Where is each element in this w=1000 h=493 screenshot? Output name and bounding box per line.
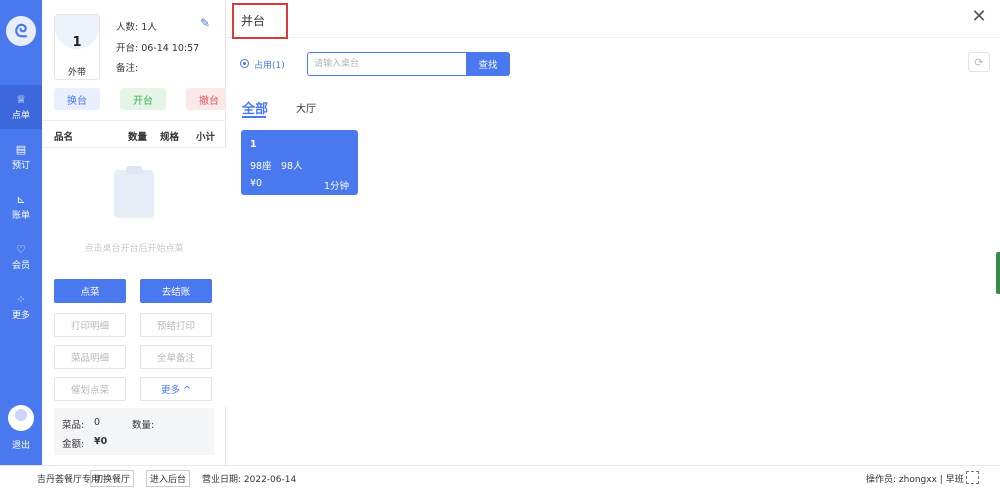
dialog-title: 并台: [232, 3, 288, 39]
status-bar: 吉丹荟餐厅专用 切换餐厅 进入后台 营业日期: 2022-06-14 操作员: …: [0, 465, 1000, 493]
nav-item-label: 预订: [11, 160, 30, 171]
current-table-card: 1 外带: [54, 14, 100, 80]
side-nav: ᘓ ♕ 点单 ▤ 预订 ⊾ 账单 ♡ 会员 ⁘ 更多 退出: [0, 0, 42, 465]
whole-note-button[interactable]: 全单备注: [140, 345, 212, 369]
fullscreen-icon[interactable]: [966, 471, 979, 484]
nav-item-members[interactable]: ♡ 会员: [0, 235, 42, 279]
side-drawer-handle[interactable]: [996, 252, 1000, 294]
table-card[interactable]: 1 98座 98人 ¥0 1分钟: [241, 130, 358, 195]
member-icon: ♡: [16, 242, 26, 256]
close-icon[interactable]: ✕: [971, 8, 987, 26]
people-count: 人数: 1人: [116, 22, 157, 33]
operator-info: 操作员: zhongxx | 早班: [866, 475, 964, 485]
tab-underline: [242, 116, 266, 118]
book-icon: ▤: [15, 142, 27, 156]
print-detail-button[interactable]: 打印明细: [54, 313, 126, 337]
checkout-button[interactable]: 去结账: [140, 279, 212, 303]
order-button[interactable]: 点菜: [54, 279, 126, 303]
rush-order-button[interactable]: 催划点菜: [54, 377, 126, 401]
enter-backend-button[interactable]: 进入后台: [146, 470, 191, 487]
open-table-button[interactable]: 开台: [120, 88, 166, 110]
amount-label: 金额:: [62, 439, 85, 450]
table-card-duration: 1分钟: [324, 181, 350, 192]
qty-label: 数量:: [132, 420, 155, 431]
open-time: 开台: 06-14 10:57: [116, 43, 200, 54]
business-date: 营业日期: 2022-06-14: [202, 475, 297, 485]
tab-all[interactable]: 全部: [242, 98, 268, 117]
nav-item-label: 更多: [11, 310, 30, 321]
table-search-input[interactable]: [307, 52, 467, 76]
empty-hint: 点击桌台开台后开始点菜: [84, 244, 184, 254]
nav-item-more[interactable]: ⁘ 更多: [0, 285, 42, 329]
tab-hall[interactable]: 大厅: [296, 100, 316, 115]
edit-icon[interactable]: ✎: [200, 17, 212, 29]
logout-button[interactable]: 退出: [0, 438, 42, 451]
column-subtotal: 小计: [196, 132, 216, 143]
table-card-people: 98人: [281, 161, 303, 172]
change-table-button[interactable]: 换台: [54, 88, 100, 110]
avatar[interactable]: [8, 405, 34, 431]
table-card-number: 1: [250, 139, 257, 150]
search-button[interactable]: 查找: [466, 52, 510, 76]
chart-icon: ⊾: [16, 192, 26, 206]
grid-icon: ⁘: [16, 292, 26, 306]
pre-print-button[interactable]: 预结打印: [140, 313, 212, 337]
dish-detail-button[interactable]: 菜品明细: [54, 345, 126, 369]
dishes-label: 菜品:: [62, 420, 85, 431]
merge-table-dialog: 并台 ✕ 占用(1) 查找 ⟳ 全部 大厅 1 98座 98人 ¥0 1分钟: [226, 0, 1000, 465]
order-panel: 1 外带 人数: 1人 开台: 06-14 10:57 备注: ✎ 换台 开台 …: [42, 0, 232, 465]
nav-item-reservation[interactable]: ▤ 预订: [0, 135, 42, 179]
order-note: 备注:: [116, 63, 139, 74]
more-button[interactable]: 更多 ^: [140, 377, 212, 401]
table-type: 外带: [67, 68, 86, 78]
column-spec: 规格: [160, 132, 180, 143]
nav-item-label: 会员: [11, 260, 30, 271]
nav-item-label: 账单: [11, 210, 30, 221]
clipboard-icon: [114, 166, 154, 218]
nav-item-label: 点单: [11, 110, 30, 121]
chef-hat-icon: ♕: [16, 92, 26, 106]
logo-icon: ᘓ: [6, 16, 36, 46]
dialog-header: 并台 ✕: [226, 0, 1000, 39]
nav-item-bills[interactable]: ⊾ 账单: [0, 185, 42, 229]
switch-store-button[interactable]: 切换餐厅: [90, 470, 135, 487]
pos-app: ᘓ ♕ 点单 ▤ 预订 ⊾ 账单 ♡ 会员 ⁘ 更多 退出 1 外带 人数: 1…: [0, 0, 1000, 493]
column-name: 品名: [54, 132, 74, 143]
order-list-header: 品名 数量 规格 小计: [42, 120, 226, 148]
table-card-seats: 98座: [250, 161, 272, 172]
table-card-amount: ¥0: [250, 178, 263, 189]
column-qty: 数量: [128, 132, 148, 143]
order-summary: 菜品: 0 数量: 金额: ¥0: [54, 408, 214, 455]
amount-value: ¥0: [94, 436, 108, 447]
nav-item-order[interactable]: ♕ 点单: [0, 85, 42, 129]
occupied-radio-label[interactable]: 占用(1): [254, 58, 285, 71]
occupied-radio[interactable]: [240, 59, 249, 68]
table-number: 1: [72, 35, 82, 50]
dishes-value: 0: [94, 417, 101, 428]
refresh-icon[interactable]: ⟳: [968, 52, 990, 72]
